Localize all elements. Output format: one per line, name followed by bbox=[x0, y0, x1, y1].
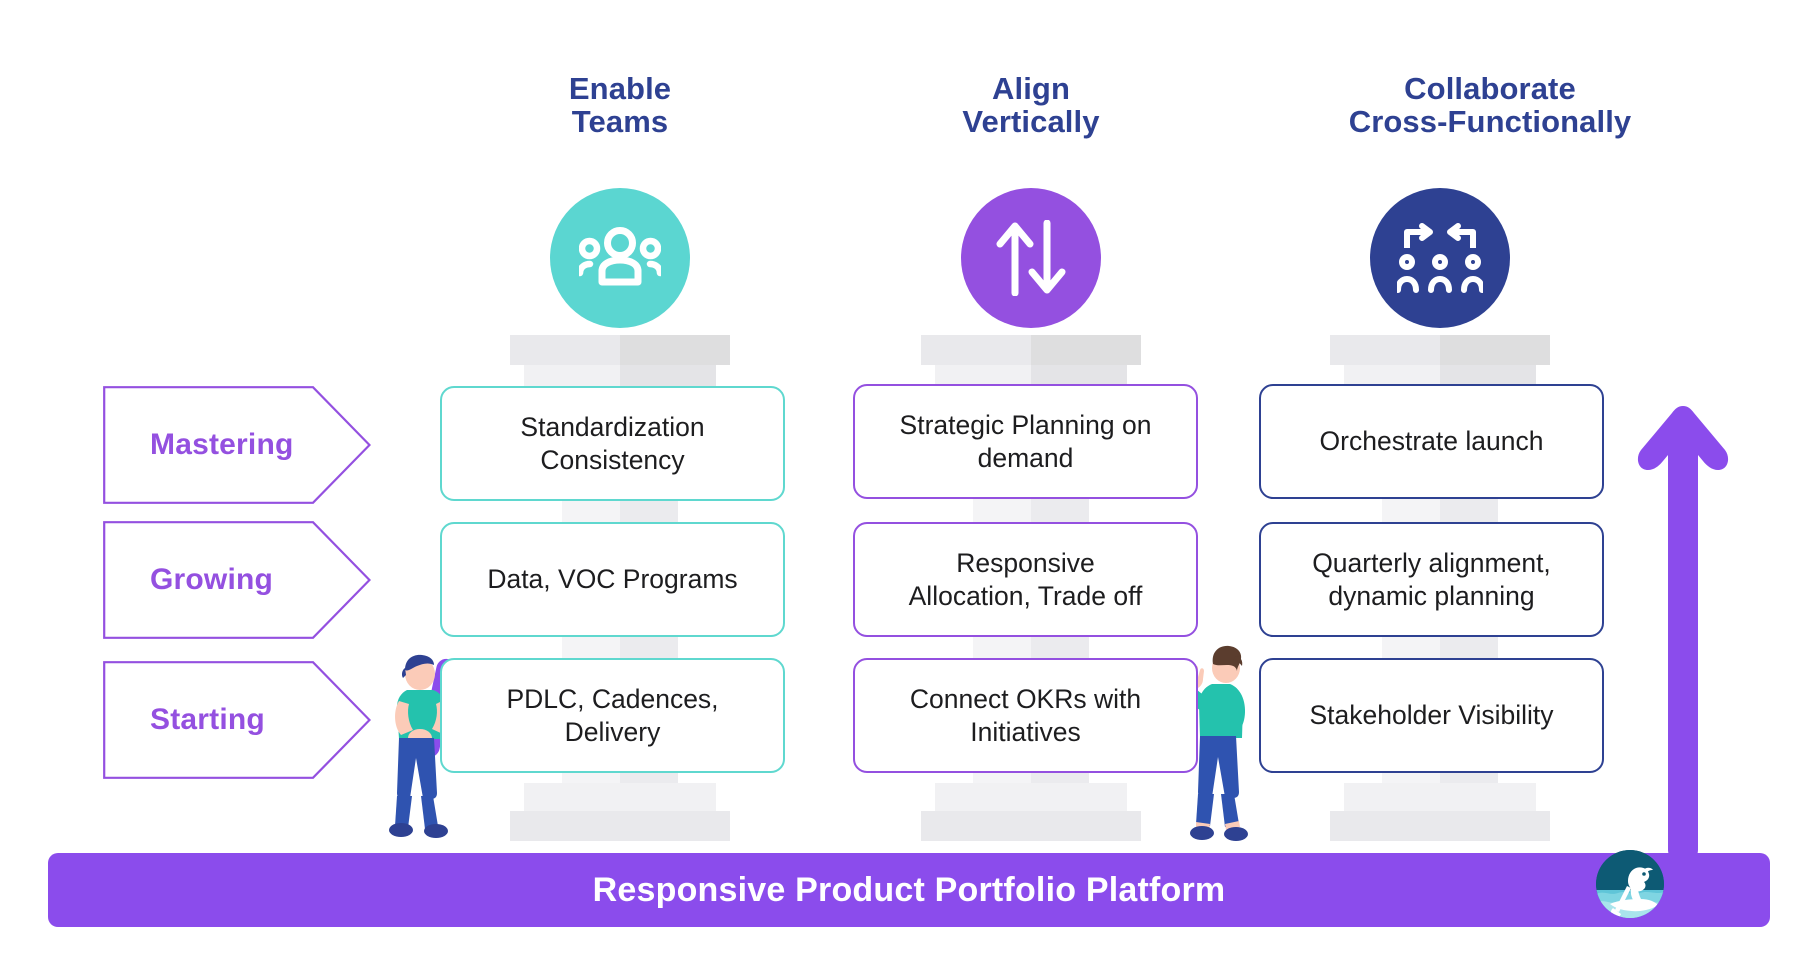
people-group-icon bbox=[579, 226, 661, 290]
column-heading-line1: Collaborate bbox=[1404, 71, 1576, 106]
column-heading-line2: Cross-Functionally bbox=[1348, 104, 1632, 140]
maturity-level-label: Mastering bbox=[150, 428, 294, 461]
maturity-level-mastering[interactable]: Mastering bbox=[103, 386, 371, 504]
pillar-base-upper bbox=[935, 783, 1127, 811]
column-heading-line2: Vertically bbox=[962, 104, 1100, 140]
up-down-arrows-icon bbox=[996, 220, 1066, 296]
column-heading-align-vertically: Align Vertically bbox=[871, 72, 1191, 139]
maturity-level-growing[interactable]: Growing bbox=[103, 521, 371, 639]
capability-card[interactable]: Responsive Allocation, Trade off bbox=[853, 522, 1198, 637]
capability-card[interactable]: Connect OKRs with Initiatives bbox=[853, 658, 1198, 773]
platform-title: Responsive Product Portfolio Platform bbox=[592, 870, 1226, 909]
icon-circle-align-vertically bbox=[961, 188, 1101, 328]
collaboration-network-icon bbox=[1397, 222, 1483, 294]
icon-circle-collaborate bbox=[1370, 188, 1510, 328]
upward-growth-arrow bbox=[1630, 400, 1736, 860]
pillar-base-upper bbox=[1344, 783, 1536, 811]
column-heading-collaborate-cross-functionally: Collaborate Cross-Functionally bbox=[1270, 72, 1710, 139]
column-heading-line2: Teams bbox=[571, 104, 669, 140]
capability-card[interactable]: Orchestrate launch bbox=[1259, 384, 1604, 499]
capability-card[interactable]: Stakeholder Visibility bbox=[1259, 658, 1604, 773]
capability-card[interactable]: Data, VOC Programs bbox=[440, 522, 785, 637]
icon-circle-enable-teams bbox=[550, 188, 690, 328]
column-heading-enable-teams: Enable Teams bbox=[460, 72, 780, 139]
pillar-base bbox=[1330, 811, 1550, 841]
capability-card[interactable]: Quarterly alignment, dynamic planning bbox=[1259, 522, 1604, 637]
column-heading-line1: Align bbox=[992, 71, 1070, 106]
capability-card[interactable]: Standardization Consistency bbox=[440, 386, 785, 501]
infographic-canvas: Enable Teams Align Vertically Collaborat… bbox=[0, 0, 1810, 972]
pillar-capital-shade bbox=[1031, 335, 1141, 365]
capability-card[interactable]: Strategic Planning on demand bbox=[853, 384, 1198, 499]
maturity-level-label: Growing bbox=[150, 563, 274, 596]
pillar-base bbox=[510, 811, 730, 841]
pillar-base-upper bbox=[524, 783, 716, 811]
maturity-level-starting[interactable]: Starting bbox=[103, 661, 371, 779]
column-heading-line1: Enable bbox=[568, 71, 672, 106]
capability-card[interactable]: PDLC, Cadences, Delivery bbox=[440, 658, 785, 773]
dragon-boat-logo bbox=[1596, 850, 1664, 918]
pillar-capital-shade bbox=[620, 335, 730, 365]
pillar-base bbox=[921, 811, 1141, 841]
platform-footer-bar: Responsive Product Portfolio Platform bbox=[48, 853, 1770, 927]
maturity-level-label: Starting bbox=[150, 703, 265, 736]
pillar-capital-shade bbox=[1440, 335, 1550, 365]
